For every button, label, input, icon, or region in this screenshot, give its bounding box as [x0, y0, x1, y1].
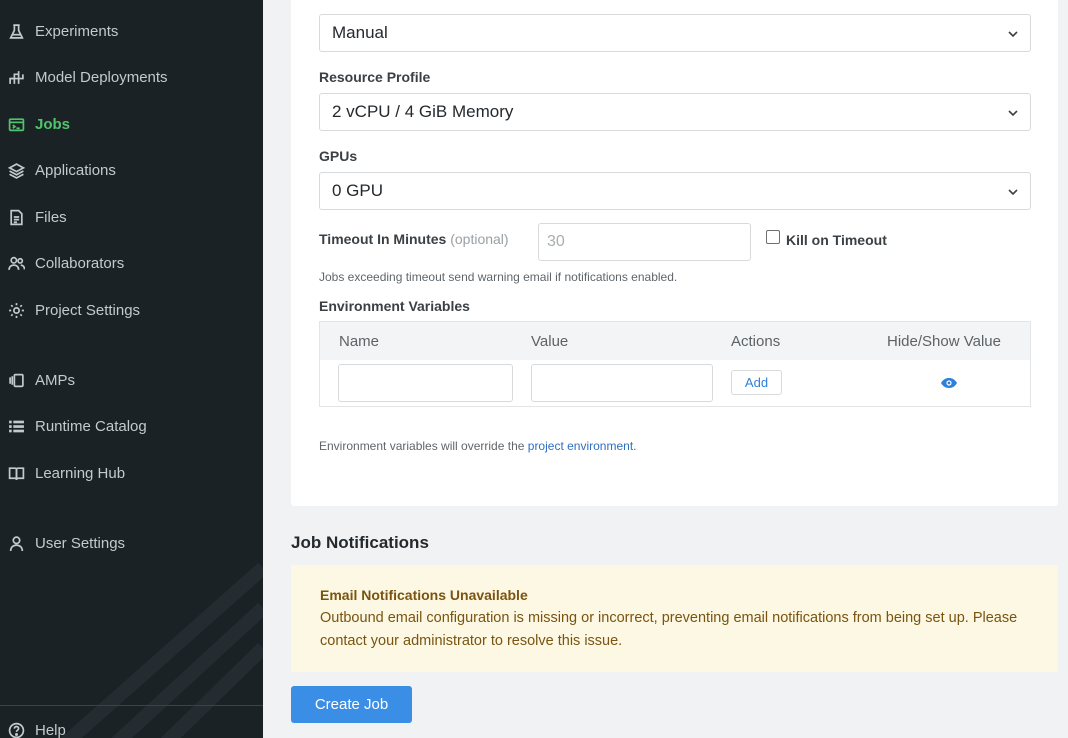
sidebar-divider — [0, 705, 263, 706]
user-icon — [5, 532, 27, 554]
sidebar-item-label: AMPs — [35, 371, 76, 389]
sidebar-item-applications[interactable]: Applications — [0, 153, 263, 187]
warning-message: Outbound email configuration is missing … — [320, 610, 1018, 649]
sidebar-item-collaborators[interactable]: Collaborators — [0, 246, 263, 280]
timeout-label-text: Timeout In Minutes — [319, 231, 447, 247]
eye-icon[interactable] — [940, 377, 958, 389]
kill-on-timeout-label: Kill on Timeout — [786, 232, 887, 248]
add-env-var-button[interactable]: Add — [731, 370, 782, 395]
email-warning-alert: Email Notifications Unavailable Outbound… — [291, 565, 1058, 672]
column-header-actions: Actions — [731, 333, 781, 350]
resource-profile-label: Resource Profile — [319, 69, 431, 85]
project-environment-link[interactable]: project environment — [528, 439, 633, 453]
sidebar-item-label: Learning Hub — [35, 464, 126, 482]
sidebar-item-runtime-catalog[interactable]: Runtime Catalog — [0, 409, 263, 443]
column-header-hide-show: Hide/Show Value — [887, 333, 1001, 350]
jobs-icon — [5, 113, 27, 135]
env-note-suffix: . — [633, 439, 637, 453]
book-icon — [5, 462, 27, 484]
sidebar-item-label: Files — [35, 208, 67, 226]
sidebar-decoration — [60, 562, 263, 738]
sidebar: Experiments Model Deployments Jobs Appli… — [0, 0, 263, 738]
create-job-button[interactable]: Create Job — [291, 686, 412, 723]
sidebar-item-label: Collaborators — [35, 254, 125, 272]
column-header-name: Name — [339, 333, 380, 350]
timeout-optional-text: (optional) — [450, 231, 509, 247]
sidebar-item-label: Runtime Catalog — [35, 417, 147, 435]
list-icon — [5, 415, 27, 437]
sidebar-item-label: Project Settings — [35, 301, 141, 319]
sidebar-item-model-deployments[interactable]: Model Deployments — [0, 60, 263, 94]
env-name-input[interactable] — [338, 364, 513, 402]
gpus-label: GPUs — [319, 148, 358, 164]
job-notifications-title: Job Notifications — [291, 533, 429, 552]
help-icon — [5, 719, 27, 738]
sidebar-item-experiments[interactable]: Experiments — [0, 14, 263, 48]
sidebar-item-user-settings[interactable]: User Settings — [0, 526, 263, 560]
sidebar-item-amps[interactable]: AMPs — [0, 363, 263, 397]
chevron-down-icon — [1008, 189, 1018, 196]
gpus-select[interactable]: 0 GPU — [319, 172, 1031, 210]
schedule-value: Manual — [332, 23, 388, 42]
resource-profile-select[interactable]: 2 vCPU / 4 GiB Memory — [319, 93, 1031, 131]
users-icon — [5, 252, 27, 274]
sidebar-item-learning-hub[interactable]: Learning Hub — [0, 456, 263, 490]
flask-icon — [5, 20, 27, 42]
sidebar-item-label: Applications — [35, 161, 116, 179]
chevron-down-icon — [1008, 110, 1018, 117]
sidebar-item-label: Help — [35, 721, 66, 738]
env-vars-table-header: Name Value Actions Hide/Show Value — [320, 322, 1030, 360]
env-vars-table: Name Value Actions Hide/Show Value Add — [319, 321, 1031, 407]
sidebar-item-jobs[interactable]: Jobs — [0, 107, 263, 141]
sidebar-item-files[interactable]: Files — [0, 200, 263, 234]
sidebar-item-label: Jobs — [35, 115, 71, 133]
amps-icon — [5, 369, 27, 391]
timeout-helper-text: Jobs exceeding timeout send warning emai… — [319, 270, 678, 284]
sidebar-item-help[interactable]: Help — [0, 713, 263, 738]
sidebar-item-label: Experiments — [35, 22, 119, 40]
resource-profile-value: 2 vCPU / 4 GiB Memory — [332, 102, 514, 121]
gear-icon — [5, 299, 27, 321]
layers-icon — [5, 159, 27, 181]
warning-title: Email Notifications Unavailable — [320, 587, 528, 603]
deployments-icon — [5, 66, 27, 88]
chevron-down-icon — [1008, 31, 1018, 38]
column-header-value: Value — [531, 333, 569, 350]
schedule-select[interactable]: Manual — [319, 14, 1031, 52]
env-vars-note: Environment variables will override the … — [319, 439, 637, 453]
env-value-input[interactable] — [531, 364, 713, 402]
sidebar-item-project-settings[interactable]: Project Settings — [0, 293, 263, 327]
kill-on-timeout-checkbox[interactable] — [766, 230, 780, 244]
sidebar-item-label: User Settings — [35, 534, 126, 552]
sidebar-item-label: Model Deployments — [35, 68, 168, 86]
gpus-value: 0 GPU — [332, 181, 384, 200]
env-vars-label: Environment Variables — [319, 298, 470, 314]
timeout-input[interactable] — [538, 223, 751, 261]
env-note-prefix: Environment variables will override the — [319, 439, 528, 453]
timeout-label: Timeout In Minutes (optional) — [319, 231, 509, 247]
file-icon — [5, 206, 27, 228]
